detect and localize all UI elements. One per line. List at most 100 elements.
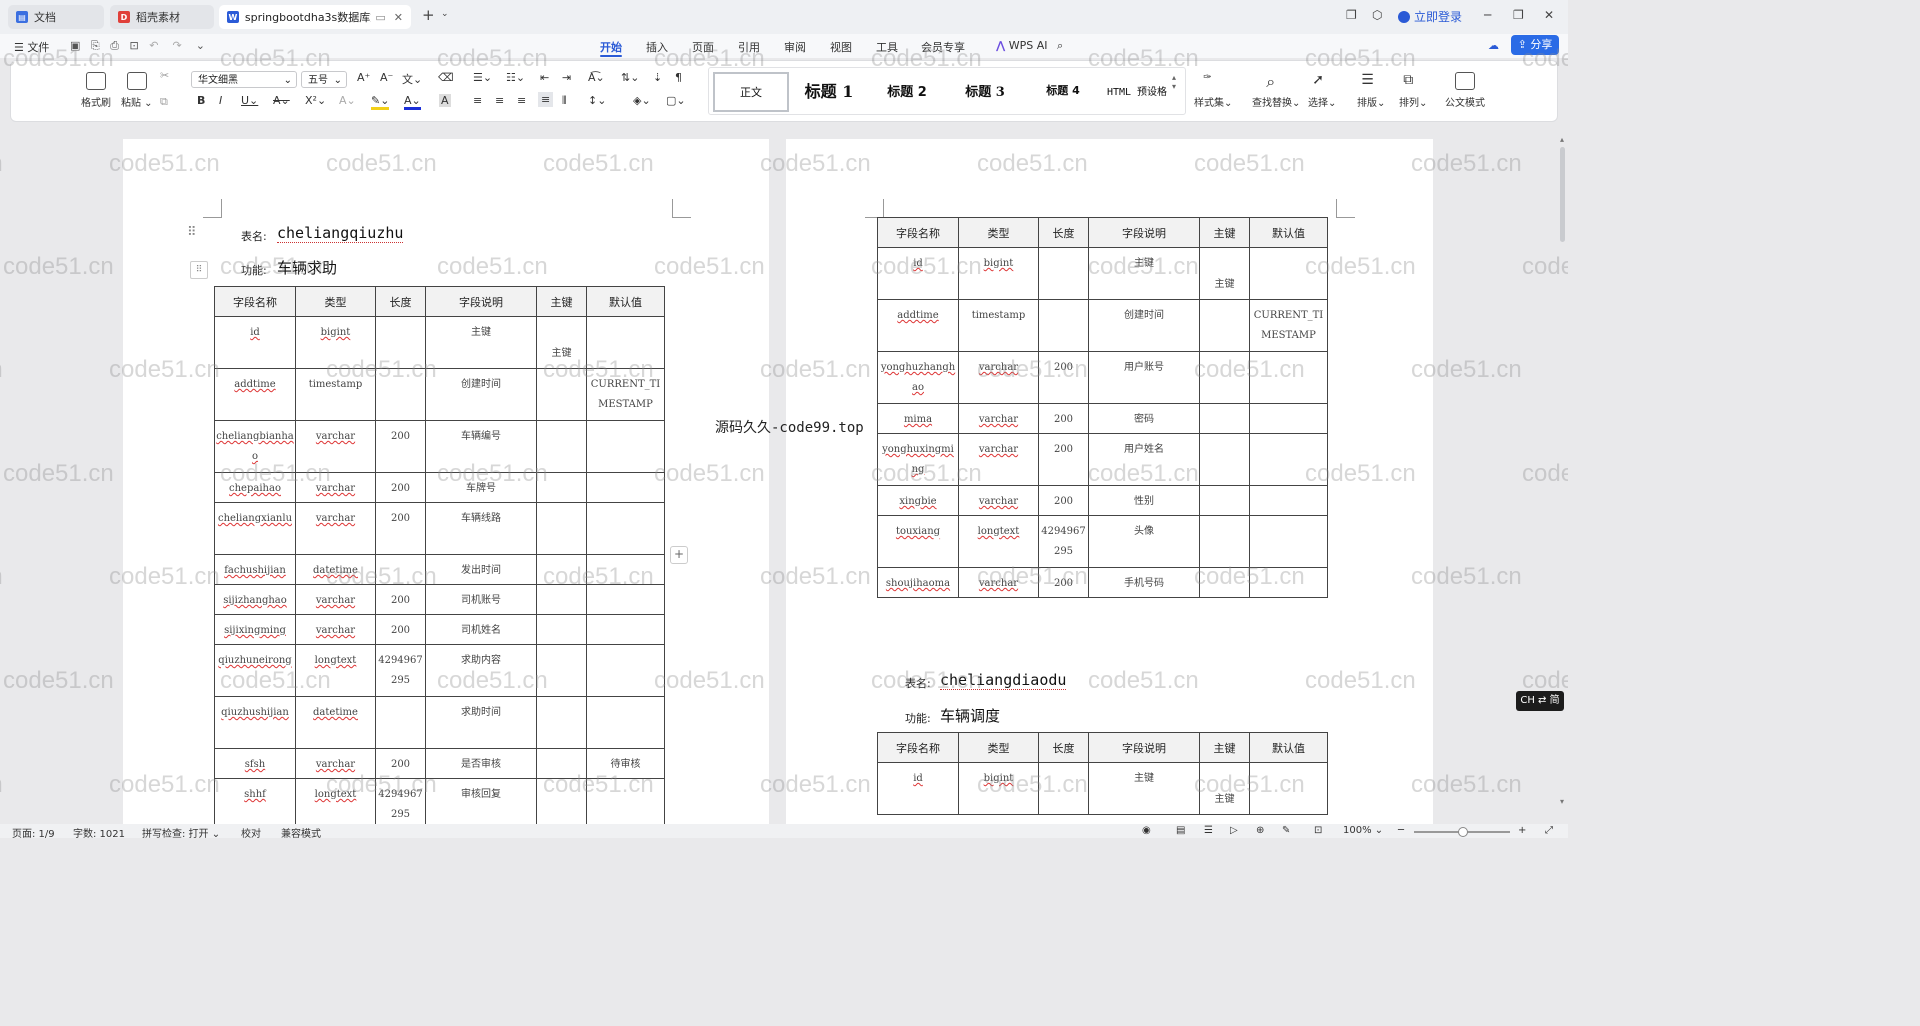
layout-button[interactable]: ☰ 排版⌄ <box>1357 72 1385 109</box>
table-cell[interactable] <box>1249 247 1328 300</box>
table-cell[interactable]: 4294967295 <box>1038 515 1089 568</box>
shrink-font-icon[interactable]: A⁻ <box>380 71 393 84</box>
find-replace-button[interactable]: ⌕ 查找替换⌄ <box>1252 72 1300 109</box>
format-painter-button[interactable]: 格式刷 <box>81 72 111 109</box>
table-cell[interactable] <box>586 316 665 369</box>
table-cell[interactable]: shoujihaoma <box>877 567 959 598</box>
arrange-button[interactable]: ⧉ 排列⌄ <box>1399 72 1427 109</box>
distribute-icon[interactable]: ⫴ <box>562 94 567 108</box>
proofread-button[interactable]: 校对 <box>241 825 261 840</box>
chevron-down-icon[interactable]: ⌄ <box>441 9 449 19</box>
table-cell[interactable]: 200 <box>1038 433 1089 486</box>
table-cell[interactable] <box>586 644 665 697</box>
monitor-icon[interactable]: ▭ <box>375 11 385 24</box>
table-cell[interactable]: varchar <box>958 485 1039 516</box>
table-cell[interactable]: varchar <box>295 748 376 779</box>
clear-format-icon[interactable]: ⌫ <box>438 71 454 84</box>
file-menu[interactable]: ☰ 文件 <box>14 39 49 55</box>
style-heading-4[interactable]: 标题 4 <box>1025 72 1101 108</box>
table-cell[interactable] <box>1199 403 1250 434</box>
table-cell[interactable]: 用户账号 <box>1088 351 1200 404</box>
table-cell[interactable] <box>1038 247 1089 300</box>
eye-icon[interactable]: ◉ <box>1142 825 1151 836</box>
table-cell[interactable]: varchar <box>958 433 1039 486</box>
table-cell[interactable] <box>536 584 587 615</box>
table-cell[interactable] <box>536 778 587 831</box>
menu-member[interactable]: 会员专享 <box>921 39 965 55</box>
table-cell[interactable]: 主键 <box>1199 762 1250 815</box>
table-cell[interactable]: sijixingming <box>214 614 296 645</box>
web-view-icon[interactable]: ⊕ <box>1256 825 1264 836</box>
table-cell[interactable]: varchar <box>295 584 376 615</box>
table-cell[interactable] <box>1249 433 1328 486</box>
increase-indent-icon[interactable]: ⇥ <box>562 71 571 84</box>
table-cell[interactable] <box>586 696 665 749</box>
page-indicator[interactable]: 页面: 1/9 <box>12 825 55 840</box>
table-cell[interactable]: CURRENT_TIMESTAMP <box>586 368 665 421</box>
decrease-indent-icon[interactable]: ⇤ <box>540 71 549 84</box>
table-cell[interactable]: 车辆编号 <box>425 420 537 473</box>
scroll-up-icon[interactable]: ▴ <box>1560 135 1564 144</box>
table-cell[interactable]: longtext <box>295 778 376 831</box>
pen-icon[interactable]: ✎ <box>1282 825 1290 836</box>
table-cell[interactable] <box>1199 485 1250 516</box>
char-shading-icon[interactable]: A <box>439 94 451 107</box>
wps-ai-menu[interactable]: ⋀ WPS AI <box>996 39 1048 52</box>
table-cell[interactable] <box>1249 485 1328 516</box>
table-cell[interactable]: 200 <box>375 420 426 473</box>
underline-icon[interactable]: U⌄ <box>241 94 258 107</box>
table-cell[interactable]: chepaihao <box>214 472 296 503</box>
style-normal[interactable]: 正文 <box>713 72 789 112</box>
bold-icon[interactable]: B <box>197 94 205 107</box>
tab-current-document[interactable]: W springbootdha3s数据库文 ▭ ✕ <box>219 5 411 29</box>
align-center-icon[interactable]: ≡ <box>495 94 504 107</box>
align-right-icon[interactable]: ≡ <box>517 94 526 107</box>
table-cell[interactable]: varchar <box>295 472 376 503</box>
zoom-slider-handle[interactable] <box>1458 827 1468 837</box>
numbered-list-icon[interactable]: ☷⌄ <box>506 71 525 84</box>
fit-page-icon[interactable]: ⊡ <box>1314 825 1322 836</box>
table-cell[interactable]: 车牌号 <box>425 472 537 503</box>
new-tab-button[interactable]: + <box>422 6 435 24</box>
table-cell[interactable] <box>586 554 665 585</box>
menu-view[interactable]: 视图 <box>830 39 852 55</box>
table-cell[interactable] <box>1199 351 1250 404</box>
table-cell[interactable]: 200 <box>1038 567 1089 598</box>
table-cell[interactable]: bigint <box>958 247 1039 300</box>
table-cell[interactable]: 200 <box>375 584 426 615</box>
style-html-preformatted[interactable]: HTML 预设格 <box>1099 72 1175 108</box>
table-cell[interactable]: 200 <box>1038 403 1089 434</box>
gallery-scroll-icon[interactable]: ▴ ▾ <box>1172 73 1176 91</box>
menu-tools[interactable]: 工具 <box>876 39 898 55</box>
cut-icon[interactable]: ✂ <box>160 69 169 82</box>
table-cell[interactable]: addtime <box>877 299 959 352</box>
more-chevron-icon[interactable]: ⌄ <box>196 39 205 52</box>
style-heading-2[interactable]: 标题 2 <box>869 72 945 108</box>
table-cell[interactable]: fachushijian <box>214 554 296 585</box>
print-preview-icon[interactable]: ⊡ <box>130 39 139 52</box>
table-cell[interactable] <box>536 420 587 473</box>
table-cell[interactable] <box>586 420 665 473</box>
table-cell[interactable]: 密码 <box>1088 403 1200 434</box>
table-cell[interactable]: 200 <box>375 614 426 645</box>
maximize-icon[interactable]: ❐ <box>1513 8 1524 22</box>
table-cell[interactable]: 司机姓名 <box>425 614 537 645</box>
font-color-icon[interactable]: A⌄ <box>404 94 421 110</box>
table-cell[interactable]: 200 <box>1038 485 1089 516</box>
restore-window-icon[interactable]: ❐ <box>1346 8 1357 22</box>
table-cell[interactable]: 主键 <box>1088 247 1200 300</box>
table-cell[interactable]: longtext <box>958 515 1039 568</box>
minimize-icon[interactable]: ─ <box>1484 8 1491 22</box>
table-cell[interactable]: 待审核 <box>586 748 665 779</box>
table-cell[interactable]: id <box>214 316 296 369</box>
table-cell[interactable]: cheliangxianlu <box>214 502 296 555</box>
align-left-icon[interactable]: ≡ <box>473 94 482 107</box>
tab-docer[interactable]: D 稻壳素材 <box>110 5 214 29</box>
undo-icon[interactable]: ↶ <box>149 39 158 52</box>
scrollbar-thumb[interactable] <box>1560 147 1565 242</box>
table-cell[interactable]: cheliangbianhao <box>214 420 296 473</box>
copy-icon[interactable]: ⧉ <box>160 95 168 109</box>
line-spacing-icon[interactable]: ↕⌄ <box>588 94 606 107</box>
table-cell[interactable]: varchar <box>958 351 1039 404</box>
table-cell[interactable]: yonghuxingming <box>877 433 959 486</box>
